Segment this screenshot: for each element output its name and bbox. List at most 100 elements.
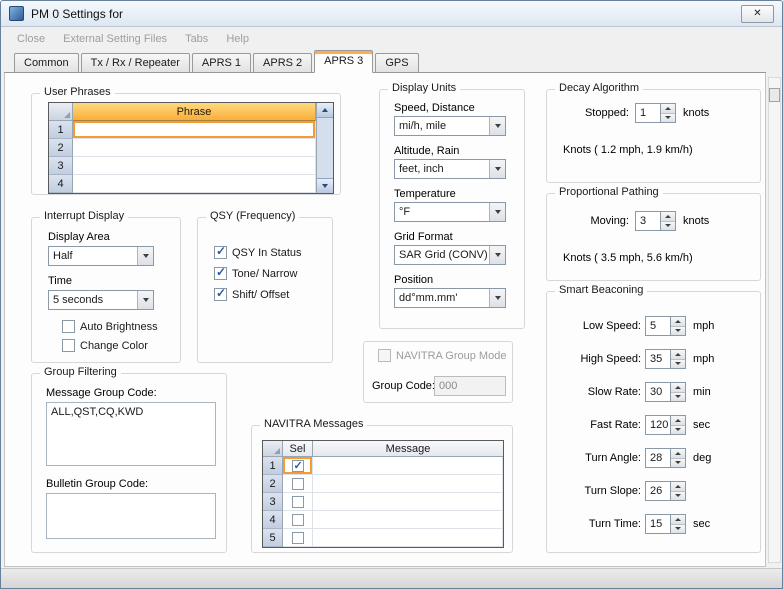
spinner-down-icon[interactable] [671,458,685,468]
time-select[interactable]: 5 seconds [48,290,154,310]
spinner-down-icon[interactable] [671,491,685,501]
spinner-up-icon[interactable] [671,317,685,326]
spinner-up-icon[interactable] [671,449,685,458]
tab-aprs-2[interactable]: APRS 2 [253,53,312,72]
qsy-in-status-checkbox[interactable]: QSY In Status [214,246,302,259]
message-column-header[interactable]: Message [313,441,503,457]
shift-offset-checkbox[interactable]: Shift/ Offset [214,288,289,301]
spinner-up-icon[interactable] [671,515,685,524]
menu-item-close[interactable]: Close [8,28,54,51]
spinner-value[interactable]: 120 [645,415,671,435]
spinner-down-icon[interactable] [671,524,685,534]
phrase-column-header[interactable]: Phrase [73,103,316,121]
checkbox-icon[interactable] [292,478,304,490]
moving-spinner[interactable]: 3 [635,211,676,231]
fast-rate-spinner[interactable]: 120 [645,415,686,435]
row-number[interactable]: 1 [263,457,283,475]
message-group-code-input[interactable]: ALL,QST,CQ,KWD [46,402,216,466]
row-number[interactable]: 5 [263,529,283,547]
row-number[interactable]: 3 [49,157,73,175]
menu-item-tabs[interactable]: Tabs [176,28,217,51]
tab-gps[interactable]: GPS [375,53,418,72]
title-bar[interactable]: PM 0 Settings for ✕ [1,1,782,27]
row-number[interactable]: 4 [49,175,73,193]
checkbox-icon[interactable] [292,514,304,526]
display-area-select[interactable]: Half [48,246,154,266]
tab-aprs-1[interactable]: APRS 1 [192,53,251,72]
spinner-value[interactable]: 5 [645,316,671,336]
menu-item-external-setting-files[interactable]: External Setting Files [54,28,176,51]
scroll-track[interactable] [317,118,333,178]
message-cell[interactable] [313,511,503,529]
row-number[interactable]: 3 [263,493,283,511]
phrase-cell[interactable] [73,139,316,157]
spinner-down-icon[interactable] [661,113,675,123]
slow-rate-spinner[interactable]: 30 [645,382,686,402]
spinner-value[interactable]: 3 [635,211,661,231]
spinner-down-icon[interactable] [671,326,685,336]
position-select[interactable]: dd°mm.mm' [394,288,506,308]
checkbox-icon[interactable] [292,460,304,472]
phrase-cell[interactable] [73,121,316,139]
tab-aprs-3[interactable]: APRS 3 [314,50,373,73]
sel-checkbox-cell[interactable] [283,457,313,475]
bulletin-group-code-input[interactable] [46,493,216,539]
tone-narrow-checkbox[interactable]: Tone/ Narrow [214,267,297,280]
spinner-down-icon[interactable] [661,221,675,231]
turn-time-spinner[interactable]: 15 [645,514,686,534]
table-scrollbar[interactable] [316,103,333,193]
scroll-up-icon[interactable] [317,103,333,118]
high-speed-spinner[interactable]: 35 [645,349,686,369]
spinner-up-icon[interactable] [671,416,685,425]
temperature-select[interactable]: °F [394,202,506,222]
phrase-cell[interactable] [73,175,316,193]
spinner-value[interactable]: 28 [645,448,671,468]
menu-item-help[interactable]: Help [217,28,258,51]
spinner-down-icon[interactable] [671,359,685,369]
auto-brightness-checkbox[interactable]: Auto Brightness [62,320,158,333]
turn-slope-spinner[interactable]: 26 [645,481,686,501]
sel-checkbox-cell[interactable] [283,475,313,493]
message-cell[interactable] [313,475,503,493]
spinner-up-icon[interactable] [671,383,685,392]
sel-checkbox-cell[interactable] [283,493,313,511]
altitude-rain-select[interactable]: feet, inch [394,159,506,179]
message-cell[interactable] [313,493,503,511]
message-cell[interactable] [313,529,503,547]
tab-tx-rx-repeater[interactable]: Tx / Rx / Repeater [81,53,190,72]
row-number[interactable]: 4 [263,511,283,529]
sel-checkbox-cell[interactable] [283,529,313,547]
tab-common[interactable]: Common [14,53,79,72]
row-number[interactable]: 2 [263,475,283,493]
spinner-down-icon[interactable] [671,392,685,402]
speed-distance-select[interactable]: mi/h, mile [394,116,506,136]
table-select-all-corner[interactable] [49,103,73,121]
vertical-scrollbar[interactable] [768,77,781,563]
spinner-value[interactable]: 30 [645,382,671,402]
row-number[interactable]: 1 [49,121,73,139]
low-speed-spinner[interactable]: 5 [645,316,686,336]
scroll-down-icon[interactable] [317,178,333,193]
spinner-value[interactable]: 15 [645,514,671,534]
close-button[interactable]: ✕ [741,5,774,23]
turn-angle-spinner[interactable]: 28 [645,448,686,468]
change-color-checkbox[interactable]: Change Color [62,339,148,352]
sel-checkbox-cell[interactable] [283,511,313,529]
spinner-value[interactable]: 1 [635,103,661,123]
row-number[interactable]: 2 [49,139,73,157]
spinner-value[interactable]: 35 [645,349,671,369]
sel-column-header[interactable]: Sel [283,441,313,457]
stopped-spinner[interactable]: 1 [635,103,676,123]
table-select-all-corner[interactable] [263,441,283,457]
scrollbar-thumb[interactable] [769,88,780,102]
phrase-cell[interactable] [73,157,316,175]
spinner-down-icon[interactable] [671,425,685,435]
spinner-up-icon[interactable] [671,350,685,359]
checkbox-icon[interactable] [292,532,304,544]
grid-format-select[interactable]: SAR Grid (CONV) [394,245,506,265]
message-cell[interactable] [313,457,503,475]
checkbox-icon[interactable] [292,496,304,508]
spinner-up-icon[interactable] [671,482,685,491]
spinner-up-icon[interactable] [661,104,675,113]
spinner-up-icon[interactable] [661,212,675,221]
